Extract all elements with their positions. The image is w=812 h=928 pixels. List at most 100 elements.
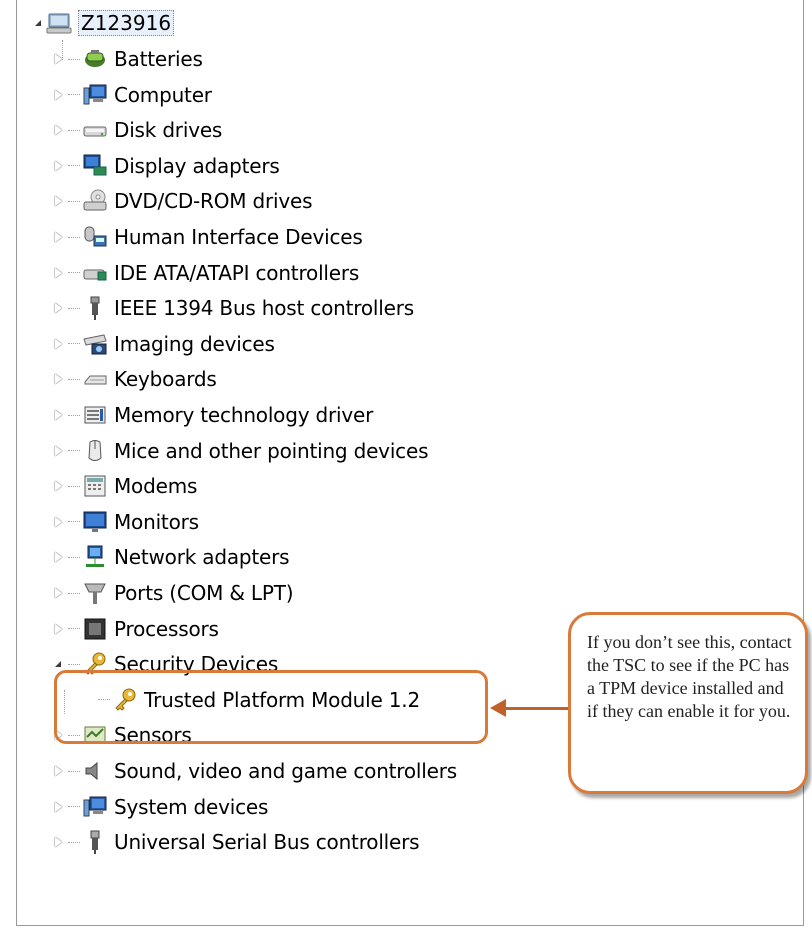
collapsed-arrow-icon[interactable] (50, 184, 66, 218)
tree-item-system-devices[interactable]: System devices (50, 790, 268, 824)
monitor-icon (82, 509, 108, 535)
collapsed-arrow-icon[interactable] (50, 291, 66, 325)
display-adapter-icon (82, 153, 108, 179)
port-icon (82, 580, 108, 606)
system-device-icon (82, 794, 108, 820)
tree-item-display-adapters[interactable]: Display adapters (50, 149, 280, 183)
tree-item-label: Display adapters (114, 153, 280, 178)
tree-connector (68, 592, 80, 594)
collapsed-arrow-icon[interactable] (50, 754, 66, 788)
tree-connector (68, 129, 80, 131)
tree-item-label: Network adapters (114, 545, 290, 570)
tree-item-label: Monitors (114, 509, 199, 534)
tree-item-label: DVD/CD-ROM drives (114, 189, 313, 214)
tree-item-network-adapters[interactable]: Network adapters (50, 540, 290, 574)
disk-drive-icon (82, 117, 108, 143)
battery-icon (82, 46, 108, 72)
tree-item-label: Batteries (114, 47, 203, 71)
tree-item-universal-serial-bus-controllers[interactable]: Universal Serial Bus controllers (50, 825, 420, 859)
tree-item-label: Human Interface Devices (114, 225, 363, 249)
tree-item-human-interface-devices[interactable]: Human Interface Devices (50, 220, 363, 254)
collapsed-arrow-icon[interactable] (50, 220, 66, 254)
tree-connector (68, 806, 80, 808)
tree-connector (68, 58, 80, 60)
collapsed-arrow-icon[interactable] (50, 612, 66, 646)
dvd-drive-icon (82, 188, 108, 214)
tree-connector (68, 450, 80, 452)
usb-icon (82, 829, 108, 855)
tree-connector (68, 236, 80, 238)
tree-connector (68, 200, 80, 202)
tree-item-modems[interactable]: Modems (50, 469, 197, 503)
tree-item-label: Keyboards (114, 367, 217, 392)
callout-arrow-head (490, 699, 506, 717)
tree-item-monitors[interactable]: Monitors (50, 505, 199, 539)
mouse-icon (82, 438, 108, 464)
network-icon (82, 544, 108, 570)
collapsed-arrow-icon[interactable] (50, 149, 66, 183)
tree-item-batteries[interactable]: Batteries (50, 42, 203, 76)
tree-connector (68, 165, 80, 167)
collapsed-arrow-icon[interactable] (50, 42, 66, 76)
memory-icon (82, 402, 108, 428)
tpm-highlight-box (54, 670, 488, 744)
collapsed-arrow-icon[interactable] (50, 505, 66, 539)
tree-connector (68, 94, 80, 96)
callout-text: If you don’t see this, contact the TSC t… (587, 632, 792, 721)
collapsed-arrow-icon[interactable] (50, 78, 66, 112)
root-computer-label: Z123916 (78, 10, 175, 36)
collapsed-arrow-icon[interactable] (50, 434, 66, 468)
expand-arrow-icon[interactable] (30, 6, 46, 40)
tree-item-mice-and-other-pointing-devices[interactable]: Mice and other pointing devices (50, 434, 429, 468)
tree-connector (68, 556, 80, 558)
tree-item-ports-com-lpt[interactable]: Ports (COM & LPT) (50, 576, 294, 610)
tree-item-label: Modems (114, 474, 198, 499)
collapsed-arrow-icon[interactable] (50, 790, 66, 824)
tree-item-sound-video-and-game-controllers[interactable]: Sound, video and game controllers (50, 754, 457, 788)
tree-connector (68, 307, 80, 309)
tree-connector (68, 272, 80, 274)
collapsed-arrow-icon[interactable] (50, 540, 66, 574)
tree-item-imaging-devices[interactable]: Imaging devices (50, 327, 275, 361)
tree-item-dvd-cd-rom-drives[interactable]: DVD/CD-ROM drives (50, 184, 313, 218)
tree-item-label: IEEE 1394 Bus host controllers (114, 296, 414, 321)
ieee1394-icon (82, 295, 108, 321)
tree-item-label: IDE ATA/ATAPI controllers (114, 260, 360, 285)
tree-connector (68, 343, 80, 345)
tree-item-label: Imaging devices (114, 331, 275, 356)
tree-item-label: Universal Serial Bus controllers (114, 830, 420, 855)
tree-item-ide-ata-atapi-controllers[interactable]: IDE ATA/ATAPI controllers (50, 256, 359, 290)
tree-root-row[interactable]: Z123916 (30, 6, 175, 40)
tree-item-ieee-1394-bus-host-controllers[interactable]: IEEE 1394 Bus host controllers (50, 291, 414, 325)
collapsed-arrow-icon[interactable] (50, 256, 66, 290)
tree-item-label: Computer (114, 82, 212, 107)
collapsed-arrow-icon[interactable] (50, 327, 66, 361)
tree-item-processors[interactable]: Processors (50, 612, 219, 646)
computer-root-icon (46, 10, 72, 36)
tree-item-label: System devices (114, 794, 269, 819)
tree-item-memory-technology-driver[interactable]: Memory technology driver (50, 398, 373, 432)
tree-item-label: Ports (COM & LPT) (114, 581, 294, 605)
processor-icon (82, 616, 108, 642)
tree-connector (68, 628, 80, 630)
tree-item-label: Processors (114, 616, 219, 641)
tree-connector (68, 521, 80, 523)
collapsed-arrow-icon[interactable] (50, 113, 66, 147)
tree-connector (68, 770, 80, 772)
collapsed-arrow-icon[interactable] (50, 469, 66, 503)
collapsed-arrow-icon[interactable] (50, 398, 66, 432)
collapsed-arrow-icon[interactable] (50, 825, 66, 859)
tree-item-label: Memory technology driver (114, 403, 374, 427)
collapsed-arrow-icon[interactable] (50, 576, 66, 610)
camera-icon (82, 331, 108, 357)
collapsed-arrow-icon[interactable] (50, 362, 66, 396)
tree-item-label: Disk drives (114, 118, 223, 143)
tree-connector (68, 378, 80, 380)
tree-item-keyboards[interactable]: Keyboards (50, 362, 217, 396)
tree-item-computer[interactable]: Computer (50, 78, 212, 112)
tree-item-disk-drives[interactable]: Disk drives (50, 113, 222, 147)
ide-controller-icon (82, 260, 108, 286)
tree-connector (68, 485, 80, 487)
keyboard-icon (82, 366, 108, 392)
modem-icon (82, 473, 108, 499)
